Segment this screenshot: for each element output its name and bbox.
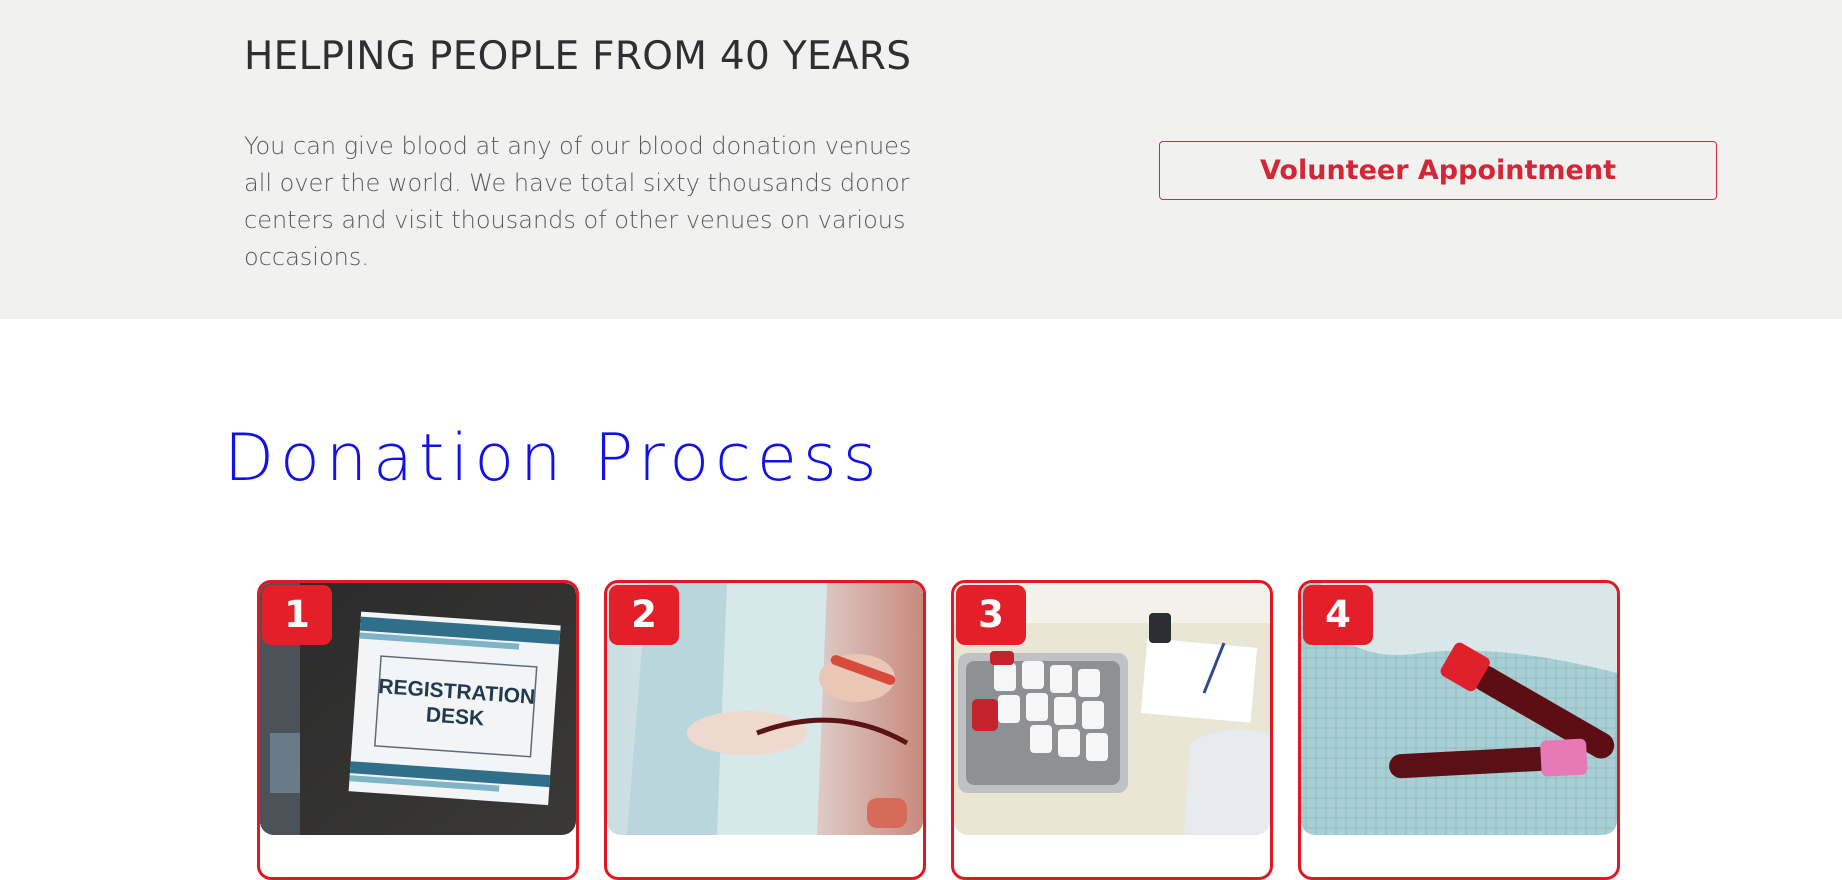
step-number-badge: 2 xyxy=(609,585,679,645)
process-step-card-3[interactable]: 3 xyxy=(951,580,1273,880)
hero-section: HELPING PEOPLE FROM 40 YEARS You can giv… xyxy=(0,0,1842,319)
process-step-card-1[interactable]: 1 REGISTRATION DESK xyxy=(257,580,579,880)
process-step-card-2[interactable]: 2 xyxy=(604,580,926,880)
donation-process-title: Donation Process xyxy=(224,421,883,496)
hero-description: You can give blood at any of our blood d… xyxy=(244,132,912,271)
hero-heading: HELPING PEOPLE FROM 40 YEARS xyxy=(244,34,912,79)
volunteer-appointment-button[interactable]: Volunteer Appointment xyxy=(1159,141,1717,200)
process-step-card-4[interactable]: 4 xyxy=(1298,580,1620,880)
registration-text-line2: DESK xyxy=(425,703,485,730)
step-number-badge: 3 xyxy=(956,585,1026,645)
step-number-badge: 4 xyxy=(1303,585,1373,645)
step-number-badge: 1 xyxy=(262,585,332,645)
